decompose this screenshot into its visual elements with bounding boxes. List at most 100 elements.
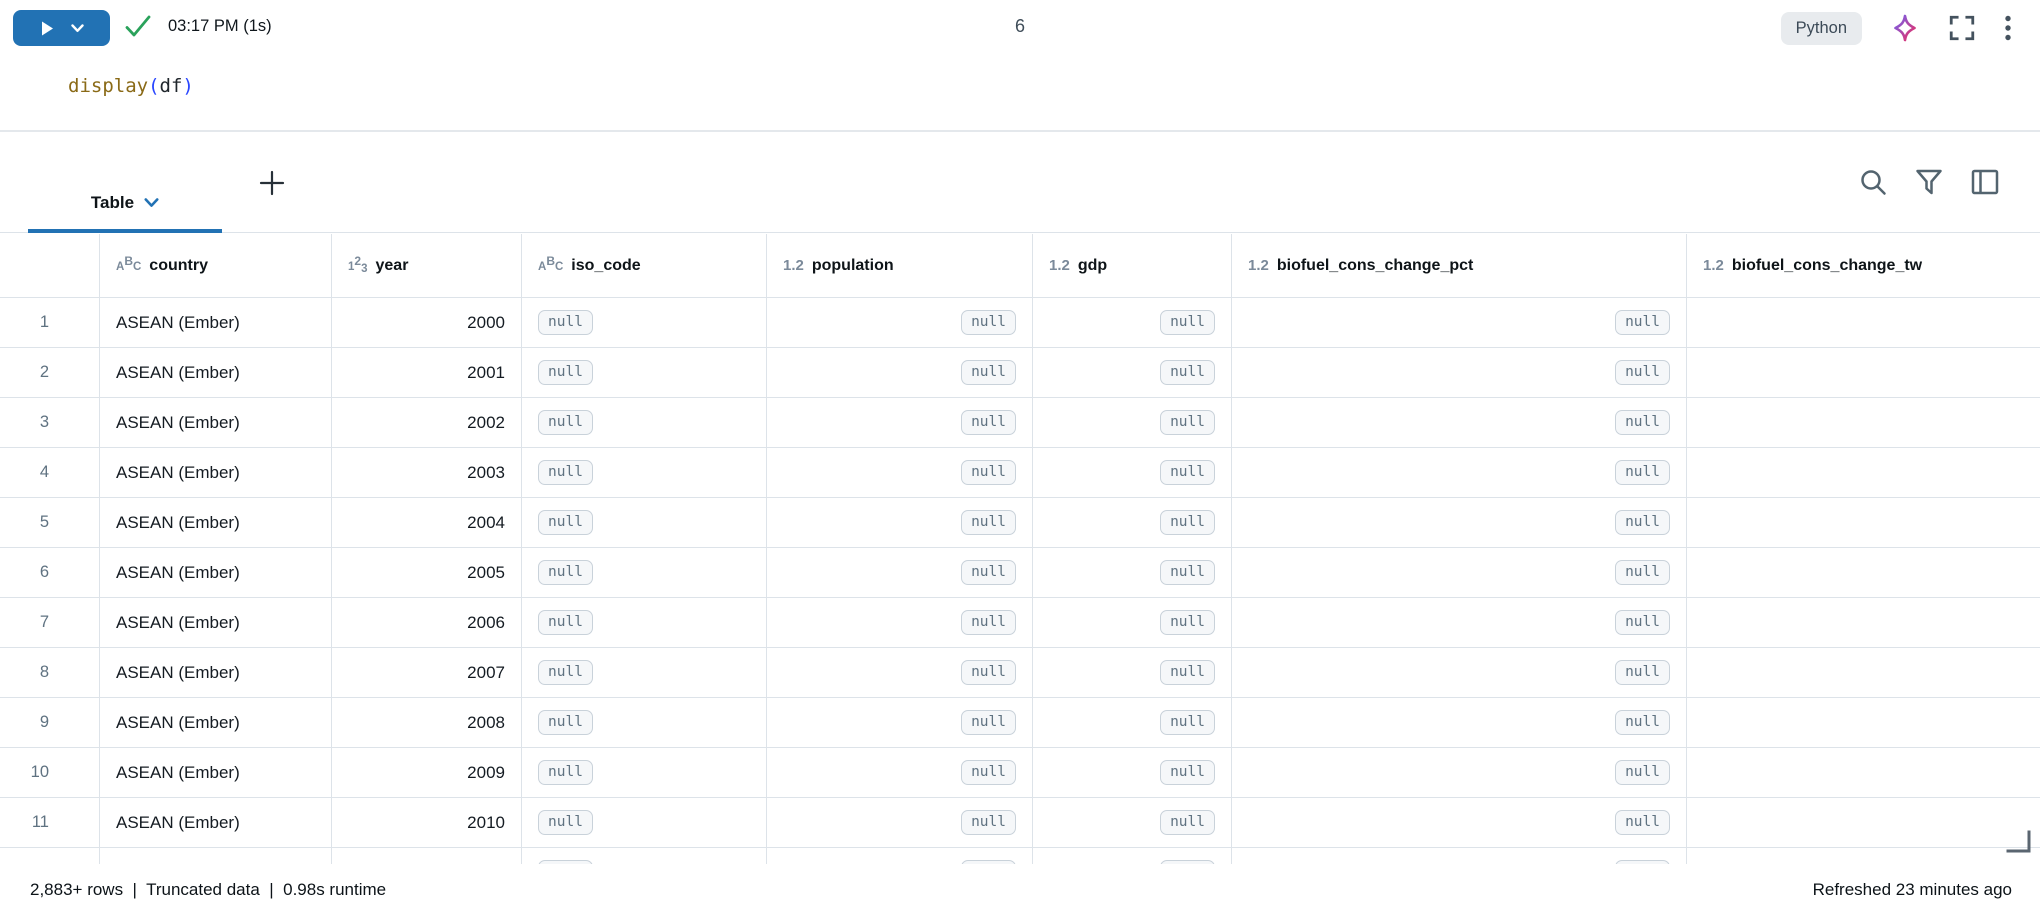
table-cell[interactable]: null [1033,548,1232,598]
table-cell[interactable] [1687,448,2040,498]
table-cell[interactable]: null [1232,298,1687,348]
column-header[interactable]: 1.2biofuel_cons_change_tw [1687,234,2040,298]
table-cell[interactable]: null [522,448,767,498]
table-cell[interactable]: null [522,348,767,398]
table-cell[interactable]: null [522,748,767,798]
table-cell[interactable]: null [1232,748,1687,798]
table-cell[interactable]: null [1232,698,1687,748]
table-cell[interactable]: null [767,648,1033,698]
table-cell[interactable]: ASEAN (Ember) [100,548,332,598]
table-cell[interactable]: null [767,798,1033,848]
table-cell[interactable]: null [1232,798,1687,848]
table-cell[interactable] [1687,298,2040,348]
kebab-menu-icon[interactable] [2004,14,2012,42]
table-cell[interactable]: null [767,398,1033,448]
table-cell[interactable]: ASEAN (Ember) [100,398,332,448]
filter-icon[interactable] [1914,167,1944,197]
table-cell[interactable]: null [1033,398,1232,448]
table-cell[interactable]: ASEAN (Ember) [100,298,332,348]
table-cell[interactable]: null [1232,348,1687,398]
table-cell[interactable]: 2000 [332,298,522,348]
table-cell[interactable]: null [767,298,1033,348]
table-cell[interactable]: null [1033,348,1232,398]
table-cell[interactable]: null [1232,548,1687,598]
table-cell[interactable] [1687,498,2040,548]
table-cell[interactable]: null [1232,648,1687,698]
column-header[interactable]: ABCiso_code [522,234,767,298]
search-icon[interactable] [1858,167,1888,197]
table-cell[interactable]: null [522,298,767,348]
assistant-sparkle-icon[interactable] [1890,13,1920,43]
table-cell[interactable]: 2007 [332,648,522,698]
table-cell[interactable]: null [1033,798,1232,848]
table-cell[interactable]: null [1033,498,1232,548]
table-cell[interactable]: 2003 [332,448,522,498]
table-cell[interactable]: 2006 [332,598,522,648]
table-cell[interactable]: 2011 [332,848,522,864]
table-cell[interactable]: ASEAN (Ember) [100,798,332,848]
table-cell[interactable]: ASEAN (Ember) [100,448,332,498]
table-cell[interactable] [1687,748,2040,798]
table-cell[interactable]: ASEAN (Ember) [100,348,332,398]
row-number-cell[interactable]: 2 [0,348,100,398]
table-cell[interactable]: null [1232,498,1687,548]
table-cell[interactable]: null [522,848,767,864]
language-selector[interactable]: Python [1781,12,1862,45]
table-cell[interactable] [1687,398,2040,448]
row-number-cell[interactable]: 3 [0,398,100,448]
table-cell[interactable]: null [767,548,1033,598]
table-cell[interactable]: null [522,598,767,648]
table-cell[interactable]: null [522,798,767,848]
table-cell[interactable]: 2005 [332,548,522,598]
chevron-down-icon[interactable] [71,24,84,33]
table-cell[interactable]: null [522,548,767,598]
table-cell[interactable]: ASEAN (Ember) [100,498,332,548]
table-cell[interactable]: null [1033,648,1232,698]
table-cell[interactable]: null [1232,448,1687,498]
table-cell[interactable]: null [767,348,1033,398]
table-cell[interactable]: null [1033,698,1232,748]
table-cell[interactable]: null [1033,598,1232,648]
table-cell[interactable]: 2002 [332,398,522,448]
row-number-cell[interactable]: 1 [0,298,100,348]
tab-table[interactable]: Table [28,177,222,233]
table-cell[interactable]: 2009 [332,748,522,798]
table-cell[interactable]: 2010 [332,798,522,848]
row-number-cell[interactable]: 12 [0,848,100,864]
table-cell[interactable]: null [1232,598,1687,648]
table-cell[interactable]: ASEAN (Ember) [100,748,332,798]
table-cell[interactable]: null [767,498,1033,548]
columns-panel-icon[interactable] [1970,168,2000,196]
table-cell[interactable]: null [767,698,1033,748]
table-cell[interactable]: null [767,748,1033,798]
code-editor-line[interactable]: display(df) [68,74,194,98]
table-cell[interactable]: 2004 [332,498,522,548]
table-cell[interactable]: null [1033,298,1232,348]
column-header[interactable]: ABCcountry [100,234,332,298]
table-cell[interactable]: null [767,598,1033,648]
play-icon[interactable] [40,20,55,37]
table-cell[interactable] [1687,698,2040,748]
table-cell[interactable] [1687,348,2040,398]
row-number-cell[interactable]: 10 [0,748,100,798]
table-cell[interactable]: 2008 [332,698,522,748]
row-number-cell[interactable]: 11 [0,798,100,848]
table-cell[interactable] [1687,548,2040,598]
table-cell[interactable]: ASEAN (Ember) [100,848,332,864]
row-number-cell[interactable]: 9 [0,698,100,748]
table-cell[interactable]: null [1033,748,1232,798]
table-cell[interactable] [1687,798,2040,848]
fullscreen-icon[interactable] [1948,14,1976,42]
row-number-cell[interactable]: 7 [0,598,100,648]
table-cell[interactable]: null [767,848,1033,864]
column-header[interactable]: 1.2gdp [1033,234,1232,298]
table-cell[interactable]: 2001 [332,348,522,398]
table-cell[interactable]: ASEAN (Ember) [100,598,332,648]
row-number-cell[interactable]: 5 [0,498,100,548]
column-header[interactable]: 1.2biofuel_cons_change_pct [1232,234,1687,298]
table-cell[interactable]: null [522,648,767,698]
table-cell[interactable]: ASEAN (Ember) [100,698,332,748]
table-cell[interactable]: null [1232,848,1687,864]
table-cell[interactable]: ASEAN (Ember) [100,648,332,698]
table-cell[interactable]: null [1033,848,1232,864]
